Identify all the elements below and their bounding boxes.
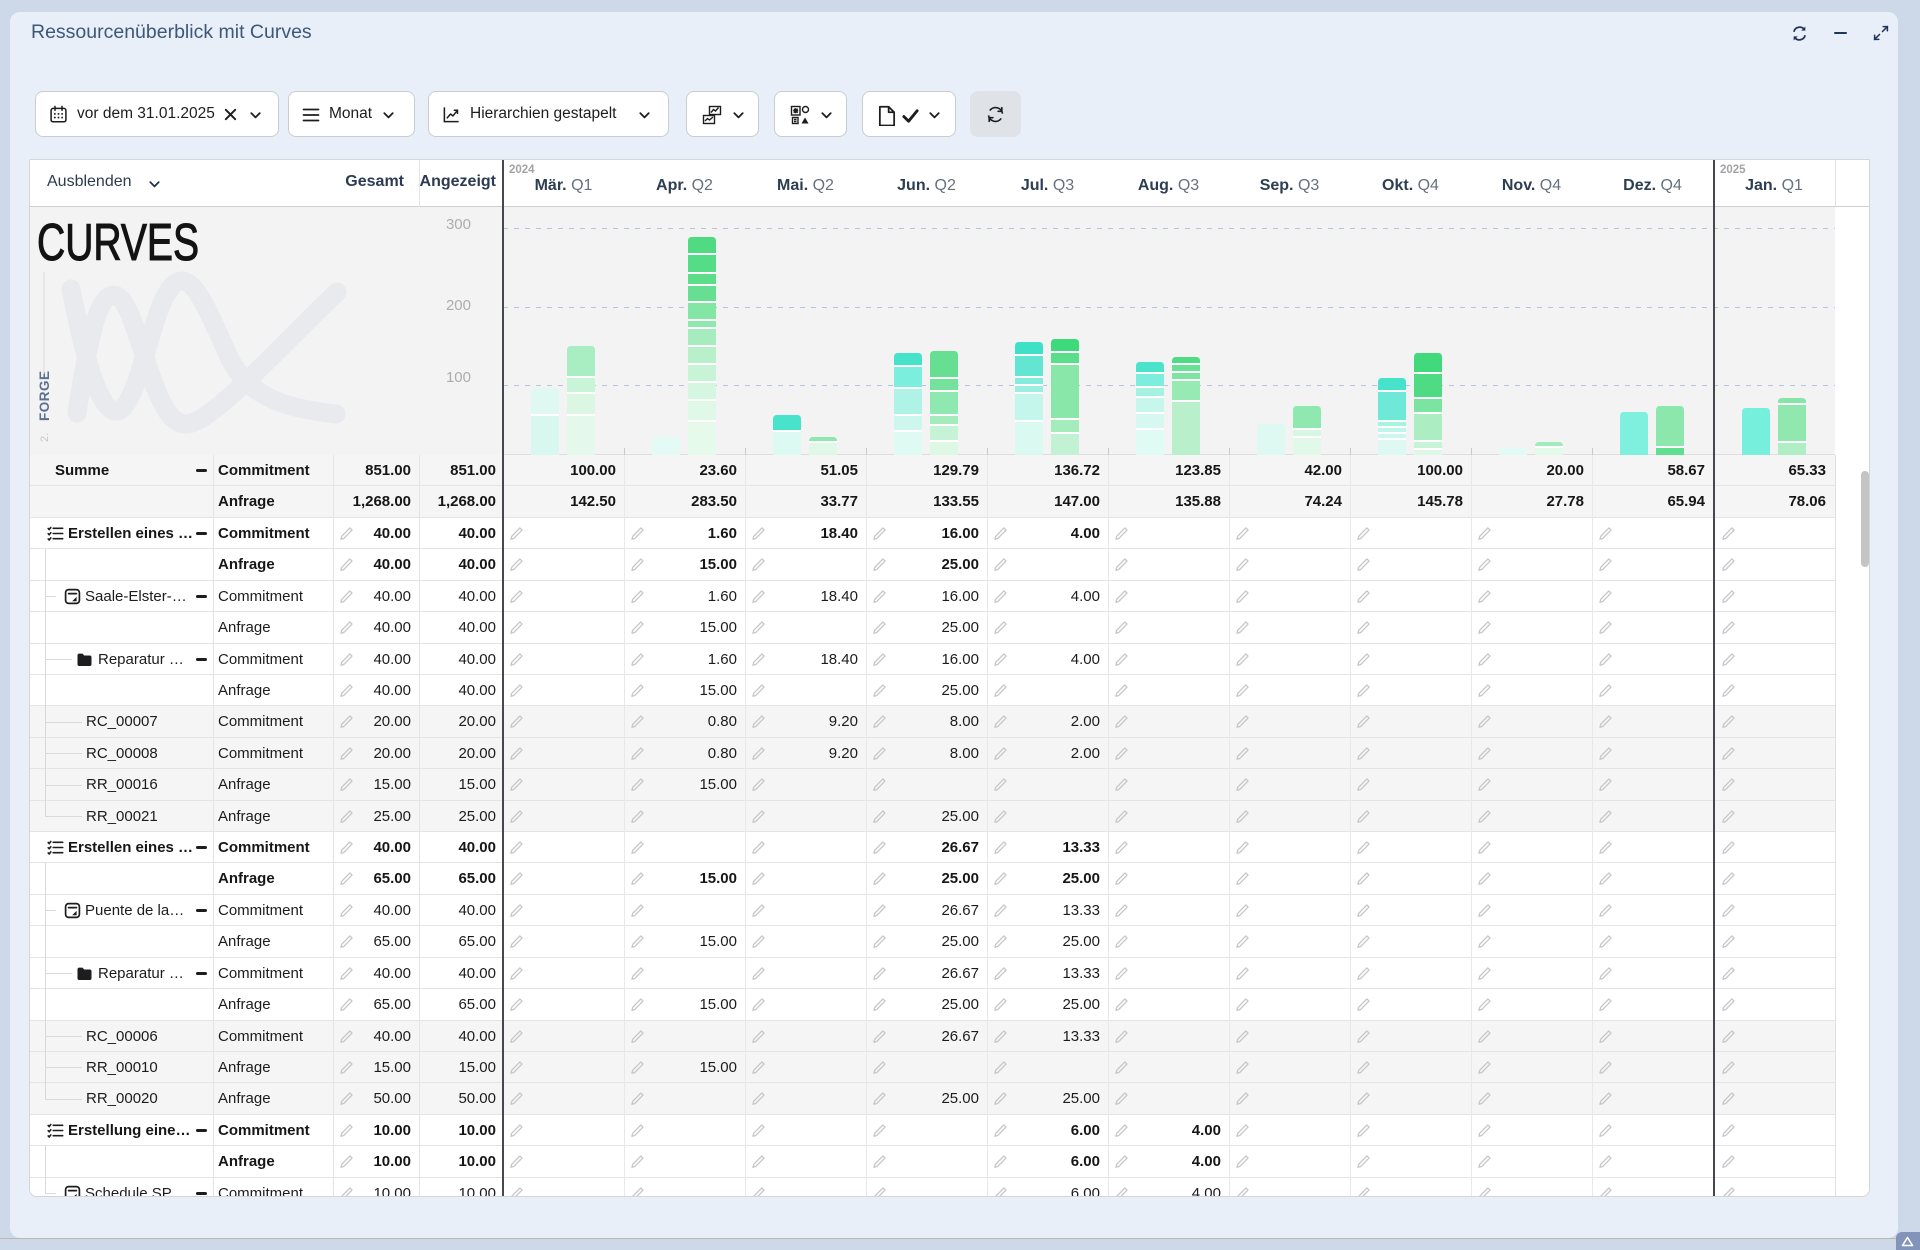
svg-text:CURVES: CURVES [37, 214, 199, 272]
svg-text:2.: 2. [39, 433, 51, 442]
svg-text:FORGE: FORGE [37, 370, 52, 421]
